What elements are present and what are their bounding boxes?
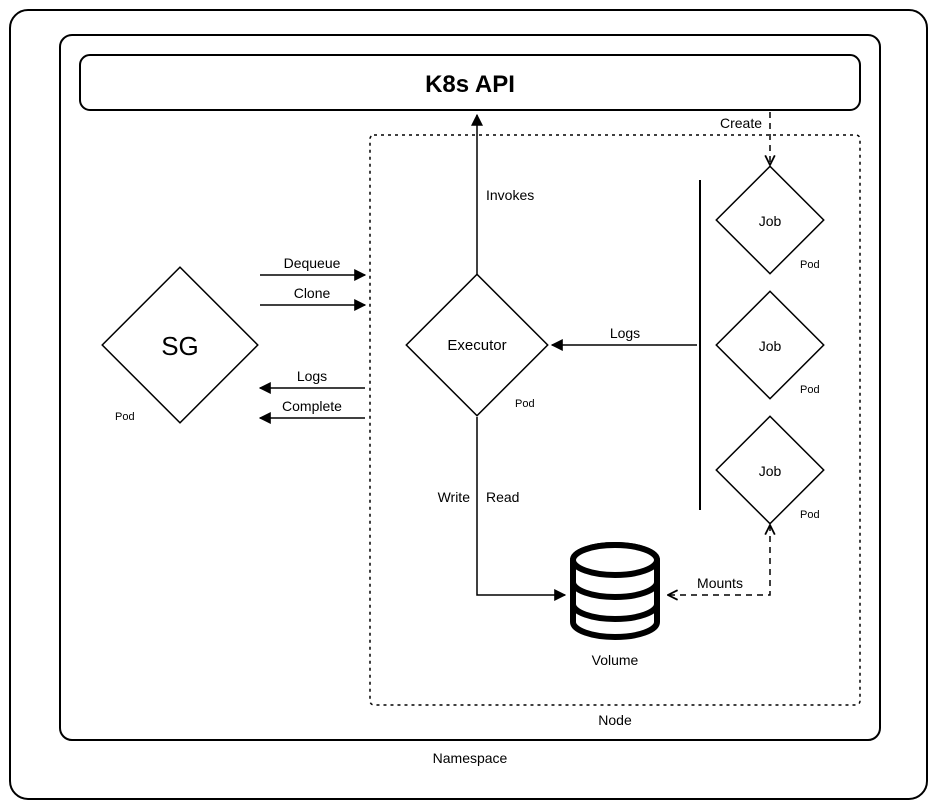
job-3-pod-label: Pod bbox=[800, 509, 820, 521]
label-logs-to-sg: Logs bbox=[297, 368, 327, 384]
label-read: Read bbox=[486, 489, 519, 505]
label-clone: Clone bbox=[294, 285, 331, 301]
job-1-label: Job bbox=[759, 213, 782, 229]
label-invokes: Invokes bbox=[486, 187, 534, 203]
label-complete: Complete bbox=[282, 398, 342, 414]
sg-label: SG bbox=[161, 331, 199, 361]
job-pod-2: Job Pod bbox=[716, 291, 823, 398]
architecture-diagram: Namespace K8s API Node SG Pod Executor P… bbox=[0, 0, 937, 809]
job-2-label: Job bbox=[759, 338, 782, 354]
sg-pod-label: Pod bbox=[115, 411, 135, 423]
label-logs-to-executor: Logs bbox=[610, 325, 640, 341]
executor-pod-label: Pod bbox=[515, 398, 535, 410]
label-dequeue: Dequeue bbox=[284, 255, 341, 271]
label-mounts: Mounts bbox=[697, 575, 743, 591]
job-2-pod-label: Pod bbox=[800, 384, 820, 396]
job-pod-3: Job Pod bbox=[716, 416, 823, 523]
label-write: Write bbox=[438, 489, 471, 505]
job-3-label: Job bbox=[759, 463, 782, 479]
node-label: Node bbox=[598, 712, 632, 728]
job-pod-1: Job Pod bbox=[716, 166, 823, 273]
job-1-pod-label: Pod bbox=[800, 259, 820, 271]
namespace-label: Namespace bbox=[433, 750, 508, 766]
executor-pod: Executor Pod bbox=[406, 274, 547, 415]
label-create: Create bbox=[720, 115, 762, 131]
volume-icon bbox=[573, 545, 657, 637]
arrow-write-read bbox=[477, 417, 565, 595]
volume-label: Volume bbox=[592, 652, 639, 668]
k8s-api-title: K8s API bbox=[425, 71, 515, 98]
sg-pod: SG Pod bbox=[102, 267, 258, 423]
executor-label: Executor bbox=[447, 337, 506, 354]
